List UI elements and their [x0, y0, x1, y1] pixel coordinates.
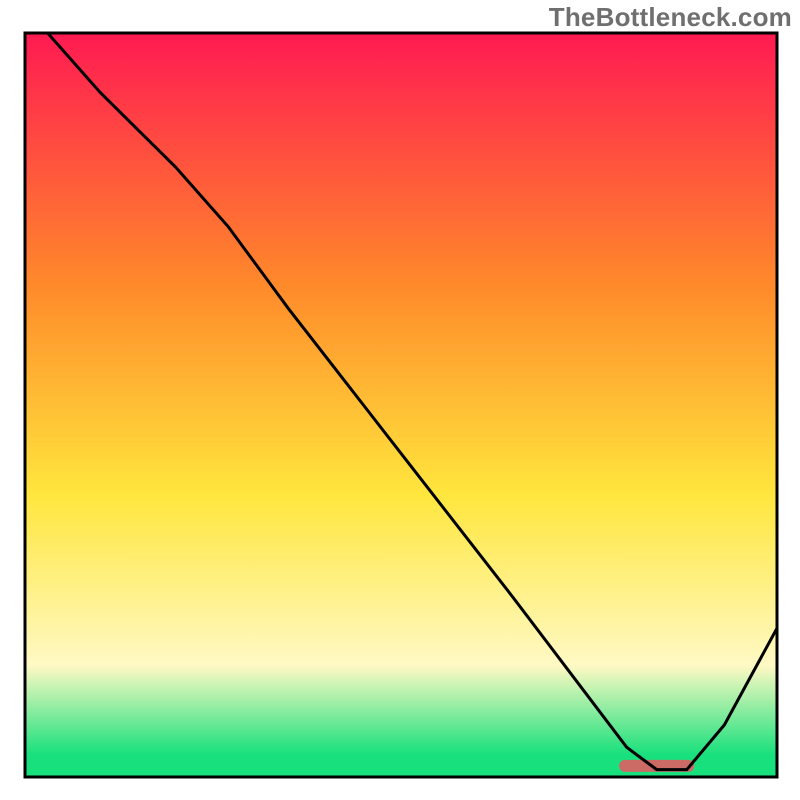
watermark-text: TheBottleneck.com	[549, 2, 792, 33]
chart-stage: TheBottleneck.com	[0, 0, 800, 800]
plot-background	[25, 33, 777, 777]
bottleneck-chart	[0, 0, 800, 800]
